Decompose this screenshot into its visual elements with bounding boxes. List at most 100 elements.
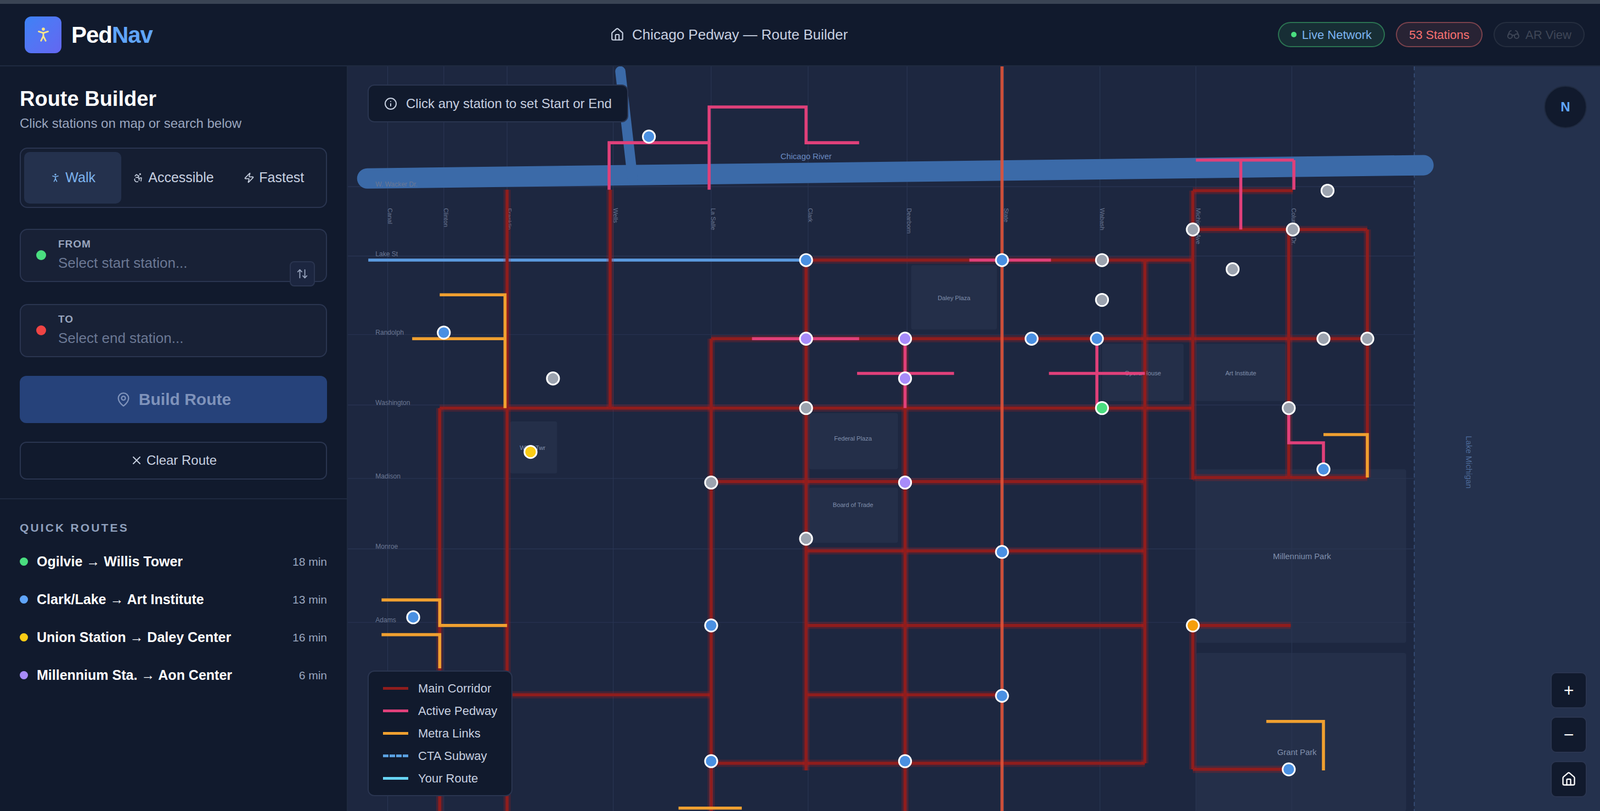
home-icon	[610, 27, 625, 42]
station-pin[interactable]	[1186, 619, 1199, 632]
corridor-line	[806, 550, 1145, 552]
legend-item: Active Pedway	[382, 701, 498, 720]
cta-line	[368, 258, 807, 262]
station-pin[interactable]	[800, 532, 813, 545]
station-pin[interactable]	[898, 332, 911, 345]
station-pin[interactable]	[800, 332, 813, 345]
building-block	[809, 487, 899, 543]
corridor-line	[1192, 228, 1368, 230]
street-label: Clark	[807, 207, 814, 223]
station-pin[interactable]	[1095, 254, 1108, 267]
walking-person-icon	[49, 172, 61, 184]
station-pin[interactable]	[705, 476, 718, 489]
station-pin[interactable]	[995, 254, 1008, 267]
logo[interactable]: PedNav	[0, 16, 348, 54]
station-pin[interactable]	[1361, 332, 1374, 345]
station-pin[interactable]	[547, 372, 560, 385]
station-pin[interactable]	[1095, 402, 1108, 415]
swap-button[interactable]	[289, 261, 315, 287]
close-icon	[130, 453, 144, 467]
station-pin[interactable]	[898, 476, 911, 489]
station-field[interactable]: FROMSelect start station...	[19, 228, 328, 283]
corridor-line	[1144, 260, 1146, 764]
header-badge[interactable]: Live Network	[1277, 21, 1385, 48]
place-label: Daley Plaza	[937, 294, 971, 302]
station-pin[interactable]	[898, 372, 911, 385]
mode-tab[interactable]: Walk	[24, 151, 122, 204]
mode-tab[interactable]: Accessible	[124, 151, 222, 204]
map-legend: Main CorridorActive PedwayMetra LinksCTA…	[367, 670, 513, 797]
quick-route[interactable]: Ogilvie → Willis Tower18 min	[19, 542, 328, 581]
map[interactable]: Chicago RiverCanalClintonFranklinWellsLa…	[347, 66, 1600, 811]
building-block	[911, 265, 997, 330]
map-canvas[interactable]: Chicago RiverCanalClintonFranklinWellsLa…	[347, 66, 1600, 811]
station-pin[interactable]	[1282, 402, 1295, 415]
station-pin[interactable]	[1186, 223, 1199, 236]
station-pin[interactable]	[1317, 332, 1330, 345]
zoom-in-button[interactable]: +	[1550, 672, 1587, 709]
route-time: 16 min	[292, 628, 328, 647]
field-placeholder: Select start station...	[58, 252, 188, 274]
corridor-line	[711, 481, 1145, 483]
building-block	[1196, 652, 1407, 811]
chicago-river	[367, 165, 1424, 179]
corridor-line	[710, 338, 712, 811]
station-pin[interactable]	[1321, 184, 1334, 197]
station-field[interactable]: TOSelect end station...	[19, 303, 328, 358]
station-pin[interactable]	[642, 130, 655, 143]
lake-label: Lake Michigan	[1464, 435, 1474, 489]
station-pin[interactable]	[437, 326, 450, 339]
legend-swatch	[382, 731, 409, 735]
station-pin[interactable]	[524, 446, 537, 459]
station-pin[interactable]	[995, 689, 1008, 702]
field-label: FROM	[58, 236, 188, 253]
legend-swatch	[382, 686, 409, 690]
building-block	[1196, 469, 1407, 643]
station-pin[interactable]	[800, 402, 813, 415]
station-pin[interactable]	[995, 545, 1008, 559]
header-badge[interactable]: 53 Stations	[1395, 21, 1483, 48]
route-dot	[19, 557, 28, 566]
street-label: Randolph	[375, 328, 404, 337]
pedway-line	[707, 142, 712, 190]
street-label: Canal	[386, 207, 394, 224]
header-badge[interactable]: AR View	[1493, 21, 1585, 48]
mode-tab[interactable]: Fastest	[225, 151, 323, 204]
building-block	[1196, 344, 1287, 402]
compass[interactable]: N	[1544, 85, 1587, 129]
clear-route-button[interactable]: Clear Route	[19, 441, 328, 480]
station-pin[interactable]	[1286, 223, 1299, 236]
route-dot	[19, 671, 28, 680]
quick-route[interactable]: Union Station → Daley Center16 min	[19, 618, 328, 657]
recenter-button[interactable]	[1550, 761, 1587, 798]
station-pin[interactable]	[1282, 763, 1295, 776]
street-label: State	[1003, 207, 1010, 223]
app: PedNavChicago Pedway — Route BuilderLive…	[0, 0, 1600, 811]
route-time: 6 min	[299, 666, 328, 685]
corridor-line	[1192, 190, 1293, 192]
station-pin[interactable]	[800, 254, 813, 267]
legend-swatch	[382, 709, 409, 713]
pedway-line	[1239, 160, 1243, 230]
zoom-out-button[interactable]: −	[1550, 716, 1587, 753]
quick-route[interactable]: Clark/Lake → Art Institute13 min	[19, 580, 328, 619]
street-label: Dearborn	[905, 207, 913, 234]
station-pin[interactable]	[705, 619, 718, 632]
station-pin[interactable]	[1095, 293, 1108, 306]
station-pin[interactable]	[1025, 332, 1038, 345]
station-pin[interactable]	[1226, 263, 1239, 276]
legend-item: CTA Subway	[382, 746, 498, 765]
metra-line	[1266, 721, 1324, 771]
pedway-line	[1288, 408, 1324, 470]
zoom-controls: +−	[1550, 672, 1587, 798]
corridor-line	[439, 407, 1193, 409]
station-pin[interactable]	[1090, 332, 1103, 345]
corridor-line	[711, 762, 1145, 764]
station-pin[interactable]	[705, 755, 718, 768]
station-pin[interactable]	[407, 611, 420, 624]
station-pin[interactable]	[898, 755, 911, 768]
legend-item: Metra Links	[382, 724, 498, 743]
station-pin[interactable]	[1317, 463, 1330, 476]
quick-route[interactable]: Millennium Sta. → Aon Center6 min	[19, 656, 328, 695]
build-route-button[interactable]: Build Route	[19, 375, 328, 424]
